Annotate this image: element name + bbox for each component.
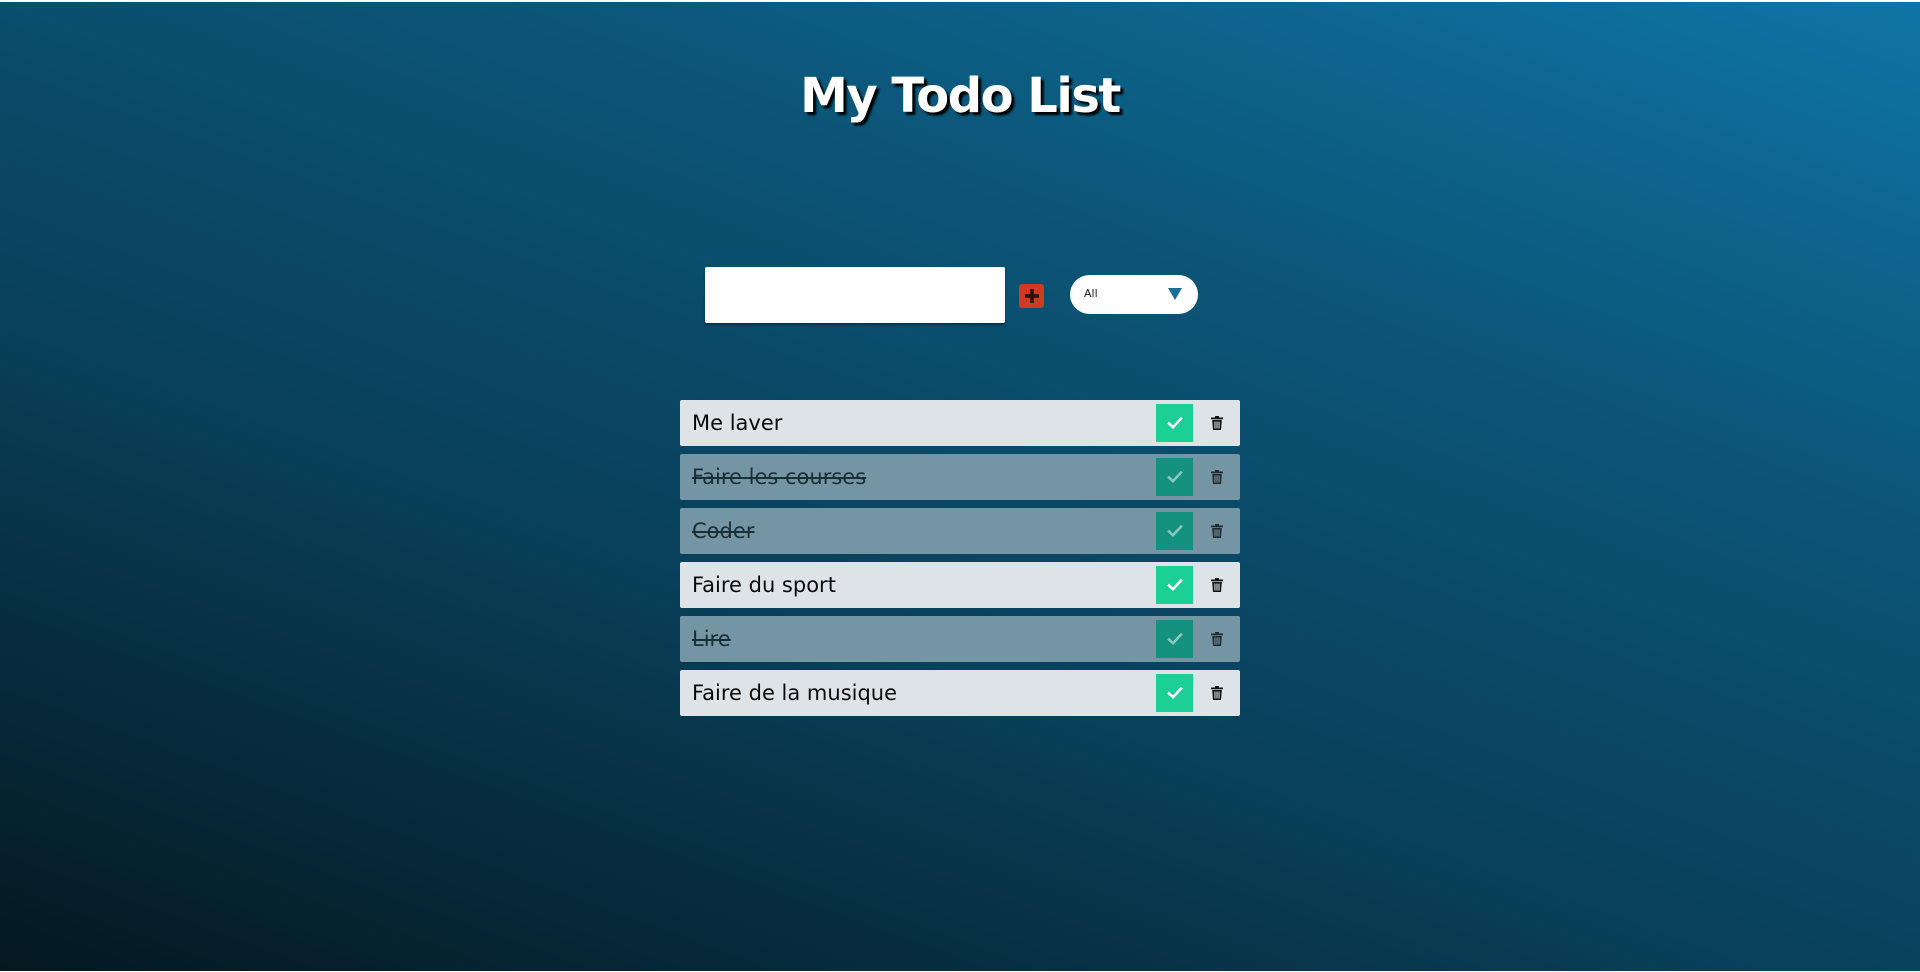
check-icon — [1166, 524, 1183, 538]
filter-selected-value: All — [1084, 287, 1098, 300]
trash-icon — [1210, 632, 1223, 646]
check-icon — [1166, 578, 1183, 592]
check-icon — [1166, 416, 1183, 430]
todo-item: Me laver — [680, 400, 1240, 446]
todo-item: Lire — [680, 616, 1240, 662]
delete-button[interactable] — [1193, 512, 1240, 550]
complete-button[interactable] — [1156, 566, 1193, 604]
check-icon — [1166, 470, 1183, 484]
trash-icon — [1210, 470, 1223, 484]
trash-icon — [1210, 524, 1223, 538]
todo-text: Me laver — [692, 411, 783, 435]
complete-button[interactable] — [1156, 404, 1193, 442]
todo-item: Coder — [680, 508, 1240, 554]
delete-button[interactable] — [1193, 674, 1240, 712]
check-icon — [1166, 686, 1183, 700]
todo-item: Faire de la musique — [680, 670, 1240, 716]
delete-button[interactable] — [1193, 566, 1240, 604]
todo-list: Me laver Faire les courses Coder Faire d… — [680, 400, 1240, 724]
delete-button[interactable] — [1193, 620, 1240, 658]
delete-button[interactable] — [1193, 458, 1240, 496]
todo-text: Faire les courses — [692, 465, 867, 489]
page-title: My Todo List — [800, 68, 1121, 124]
todo-text: Lire — [692, 627, 731, 651]
complete-button[interactable] — [1156, 512, 1193, 550]
complete-button[interactable] — [1156, 620, 1193, 658]
todo-text: Coder — [692, 519, 755, 543]
todo-text: Faire de la musique — [692, 681, 898, 705]
todo-item: Faire les courses — [680, 454, 1240, 500]
todo-input[interactable] — [705, 267, 1005, 323]
check-icon — [1166, 632, 1183, 646]
trash-icon — [1210, 416, 1223, 430]
todo-text: Faire du sport — [692, 573, 836, 597]
trash-icon — [1210, 686, 1223, 700]
plus-square-icon — [1024, 289, 1039, 303]
triangle-down-icon — [1168, 288, 1182, 300]
filter-select[interactable]: All — [1070, 275, 1198, 314]
app-background: My Todo List All Me laver Faire les cour… — [0, 2, 1920, 971]
delete-button[interactable] — [1193, 404, 1240, 442]
complete-button[interactable] — [1156, 674, 1193, 712]
todo-item: Faire du sport — [680, 562, 1240, 608]
trash-icon — [1210, 578, 1223, 592]
add-todo-button[interactable] — [1019, 284, 1044, 308]
complete-button[interactable] — [1156, 458, 1193, 496]
